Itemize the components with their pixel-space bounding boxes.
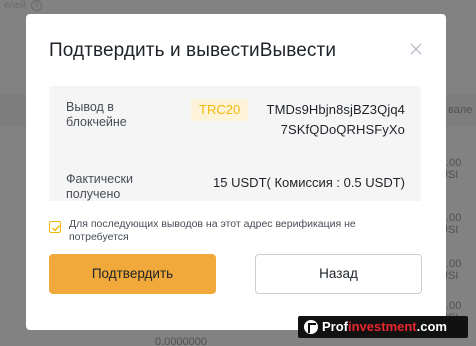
skip-verification-checkbox[interactable] — [49, 221, 61, 233]
watermark-logo-icon — [304, 320, 318, 334]
received-label: Фактически получено — [66, 172, 133, 201]
withdraw-details: Вывод в блокчейне TRC20 TMDs9Hbjn8sjBZ3Q… — [49, 86, 421, 201]
received-amount: 15 USDT( Комиссия : 0.5 USDT) — [213, 175, 405, 190]
address-line: TMDs9Hbjn8sjBZ3Qjq4 — [266, 102, 405, 117]
confirm-withdraw-dialog: Подтвердить и вывестиВывести Вывод в бло… — [26, 14, 446, 330]
watermark-highlight: investment — [348, 319, 417, 334]
withdraw-label: Вывод в блокчейне — [66, 100, 127, 129]
skip-verification-label: Для последующих выводов на этот адрес ве… — [69, 218, 356, 243]
address-line: 7SKfQDoQRHSFyXo — [280, 122, 405, 137]
watermark-prefix: Prof — [322, 319, 348, 334]
check-icon — [52, 225, 61, 232]
site-watermark: Profinvestment.com — [298, 316, 468, 338]
back-button[interactable]: Назад — [255, 254, 422, 294]
watermark-text: Profinvestment.com — [322, 316, 447, 338]
dialog-title: Подтвердить и вывестиВывести — [49, 40, 337, 61]
confirm-button[interactable]: Подтвердить — [49, 254, 216, 294]
close-icon[interactable] — [410, 42, 422, 55]
network-badge: TRC20 — [191, 99, 249, 121]
withdraw-address: TMDs9Hbjn8sjBZ3Qjq4 7SKfQDoQRHSFyXo — [267, 100, 405, 140]
watermark-suffix: .com — [416, 319, 447, 334]
